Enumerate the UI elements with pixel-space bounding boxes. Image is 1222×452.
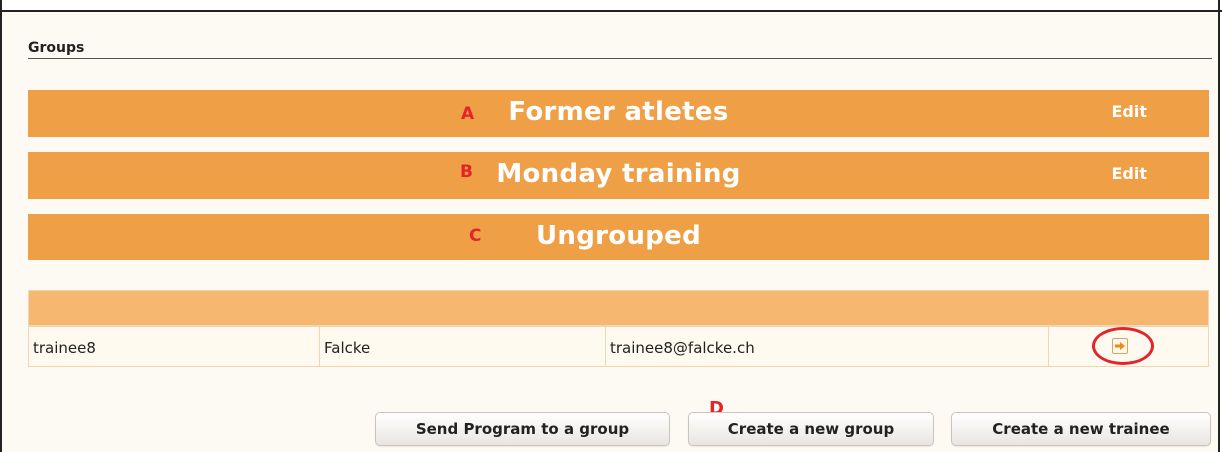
group-name: Monday training (496, 159, 741, 189)
section-divider (28, 58, 1212, 59)
send-program-to-group-button[interactable]: Send Program to a group (375, 412, 670, 446)
edit-group-button[interactable]: Edit (1111, 164, 1147, 183)
last-name-cell: Falcke (320, 327, 606, 366)
create-new-group-button[interactable]: Create a new group (688, 412, 934, 446)
group-name: Ungrouped (536, 221, 701, 251)
edit-group-button[interactable]: Edit (1111, 102, 1147, 121)
create-new-trainee-button[interactable]: Create a new trainee (951, 412, 1211, 446)
group-name: Former atletes (508, 97, 729, 127)
group-bar-monday-training[interactable]: B Monday training Edit (28, 152, 1209, 199)
group-bar-former-atletes[interactable]: A Former atletes Edit (28, 90, 1209, 137)
table-row: trainee8 Falcke trainee8@falcke.ch (28, 326, 1209, 367)
email-cell: trainee8@falcke.ch (606, 327, 1049, 366)
highlight-circle (1092, 327, 1154, 365)
username-cell: trainee8 (29, 327, 320, 366)
table-header (28, 290, 1209, 326)
section-title: Groups (28, 40, 85, 56)
group-bar-ungrouped[interactable]: C Ungrouped (28, 214, 1209, 260)
